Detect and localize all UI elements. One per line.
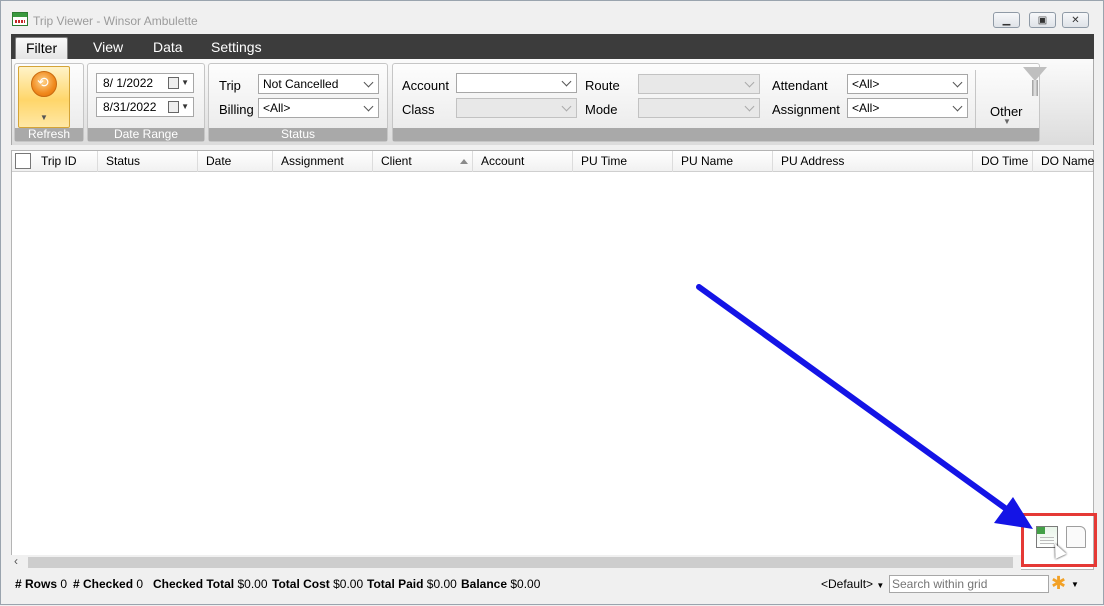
- checked-total-stat: Checked Total $0.00: [153, 577, 268, 591]
- layout-value: <Default>: [821, 577, 874, 591]
- layout-selector[interactable]: <Default> ▼: [821, 577, 884, 591]
- balance-stat: Balance $0.00: [461, 577, 540, 591]
- grid-search-input[interactable]: [889, 575, 1049, 593]
- balance-value: $0.00: [510, 577, 541, 591]
- balance-label: Balance: [461, 577, 508, 591]
- total-paid-stat: Total Paid $0.00: [367, 577, 457, 591]
- chevron-down-icon: ▼: [876, 581, 885, 590]
- rows-value: 0: [60, 577, 68, 591]
- checked-value: 0: [136, 577, 144, 591]
- total-cost-stat: Total Cost $0.00: [272, 577, 363, 591]
- status-bar: # Rows 0 # Checked 0 Checked Total $0.00…: [11, 573, 1094, 595]
- checked-total-label: Checked Total: [153, 577, 235, 591]
- checked-total-value: $0.00: [237, 577, 268, 591]
- total-paid-value: $0.00: [426, 577, 457, 591]
- annotation-arrow: [696, 284, 1033, 529]
- chevron-down-icon[interactable]: ▼: [1071, 580, 1079, 589]
- total-cost-label: Total Cost: [272, 577, 330, 591]
- checked-stat: # Checked 0: [73, 577, 143, 591]
- checked-label: # Checked: [73, 577, 134, 591]
- total-cost-value: $0.00: [333, 577, 364, 591]
- rows-label: # Rows: [15, 577, 58, 591]
- trip-viewer-window: Trip Viewer - Winsor Ambulette ▁ ▣ ✕ Fil…: [0, 0, 1104, 605]
- rows-stat: # Rows 0: [15, 577, 67, 591]
- total-paid-label: Total Paid: [367, 577, 424, 591]
- asterisk-icon[interactable]: ✱: [1051, 573, 1066, 594]
